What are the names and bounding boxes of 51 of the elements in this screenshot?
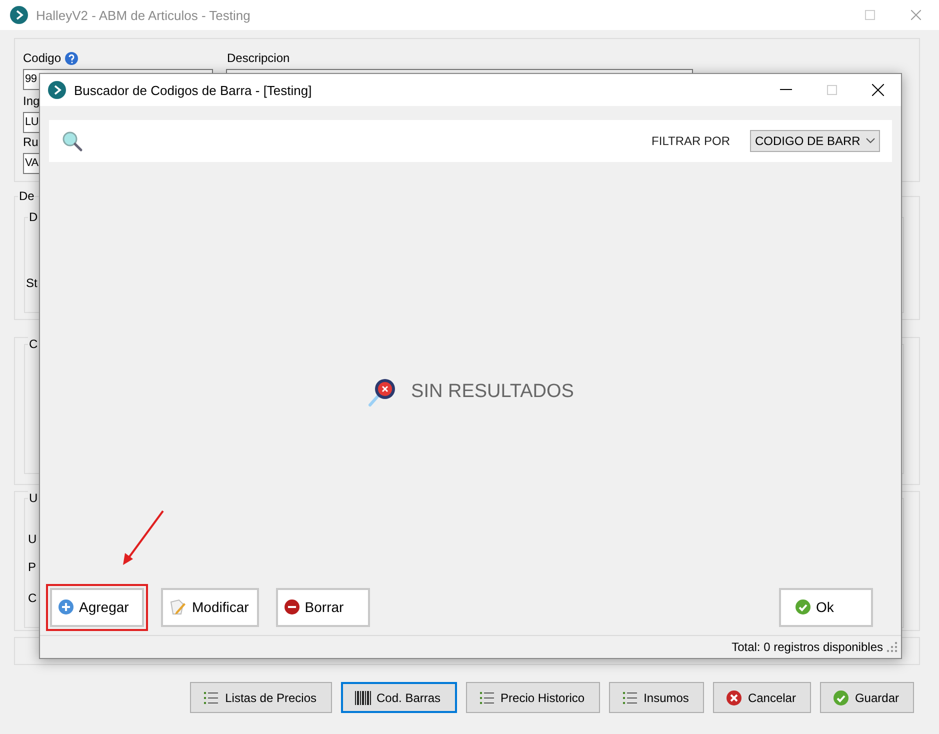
close-icon [911, 10, 921, 20]
no-results-icon [367, 376, 398, 406]
barcode-icon [354, 690, 371, 704]
group-legend: D [28, 210, 39, 224]
minimize-icon [780, 89, 792, 91]
action-button[interactable]: Agregar [50, 588, 144, 626]
field-label: Ing [23, 94, 40, 108]
cancel-icon [726, 690, 742, 706]
toolbar-button[interactable]: Insumos [608, 682, 704, 713]
action-button[interactable]: Modificar [161, 588, 259, 626]
check-icon [832, 690, 849, 706]
app-logo-icon [10, 6, 28, 24]
field-label: C [28, 591, 37, 605]
group-legend: De [18, 189, 36, 203]
field-label: St [26, 276, 38, 290]
toolbar-button[interactable]: Listas de Precios [190, 682, 332, 713]
maximize-icon [827, 85, 837, 95]
status-text: Total: 0 registros disponibles [732, 640, 883, 654]
dialog-title: Buscador de Codigos de Barra - [Testing] [74, 82, 312, 98]
field-label: U [28, 532, 37, 546]
empty-message: SIN RESULTADOS [411, 380, 574, 402]
ok-button[interactable]: Ok [779, 588, 873, 626]
window-title: HalleyV2 - ABM de Articulos - Testing [36, 8, 250, 22]
numbered-list-icon [622, 690, 638, 706]
numbered-list-icon [203, 690, 220, 706]
close-icon [872, 84, 884, 96]
pointer-arrow [123, 510, 164, 565]
field-label: P [28, 560, 36, 574]
toolbar-button[interactable]: Guardar [820, 682, 914, 713]
minus-icon [284, 599, 300, 615]
group-legend: U [28, 491, 39, 505]
filter-label: FILTRAR POR [652, 134, 730, 148]
toolbar-button[interactable]: Cod. Barras [340, 682, 457, 713]
field-label: Ru [23, 135, 38, 149]
resize-grip-icon [887, 642, 897, 652]
maximize-icon [865, 10, 875, 20]
note-pencil-icon [169, 598, 187, 616]
numbered-list-icon [478, 690, 495, 706]
chevron-down-icon [866, 138, 875, 144]
search-icon [61, 130, 83, 152]
filter-dropdown[interactable]: CODIGO DE BARR [750, 130, 880, 152]
plus-icon [58, 599, 74, 615]
description-label: Descripcion [227, 51, 290, 65]
code-label: Codigo [23, 51, 62, 65]
toolbar-button[interactable]: Precio Historico [466, 682, 600, 713]
action-button[interactable]: Borrar [276, 588, 370, 626]
toolbar-button[interactable]: Cancelar [712, 682, 811, 713]
check-icon [795, 599, 811, 615]
group-legend: C [28, 337, 39, 351]
app-logo-icon [48, 81, 66, 99]
help-icon [65, 52, 78, 65]
